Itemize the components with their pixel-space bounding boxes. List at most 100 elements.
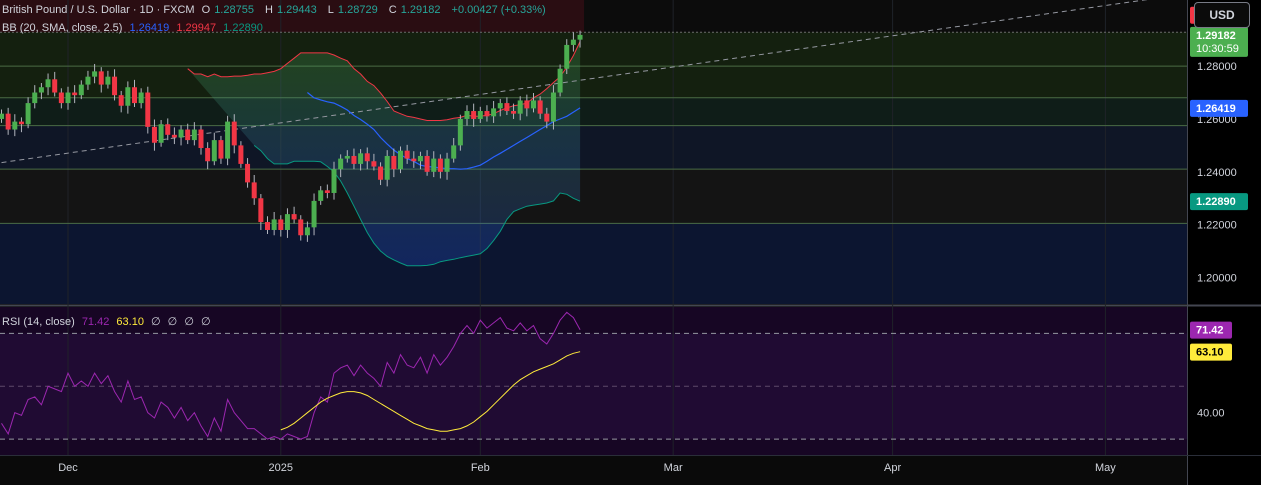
candle-body [504, 103, 510, 112]
candle-body [311, 200, 317, 228]
candle-body [477, 111, 483, 119]
zone-gray [0, 169, 1187, 224]
candle-body [424, 155, 430, 172]
time-axis-tick: Apr [884, 462, 901, 474]
zone-blue [0, 125, 1187, 170]
candle-body [78, 84, 84, 96]
candle-body [471, 111, 477, 119]
candle-body [278, 219, 284, 230]
chart-canvas[interactable]: 1.200001.220001.240001.260001.2800040.00… [0, 0, 1261, 485]
rsi-title: RSI (14, close) [2, 316, 75, 328]
rsi-ma-value: 63.10 [116, 316, 144, 328]
time-axis-bg [0, 455, 1187, 485]
candle-body [85, 76, 91, 85]
candle-body [92, 71, 98, 77]
candle-body [577, 34, 583, 40]
price-axis-tick: 1.28000 [1197, 61, 1237, 73]
candle-body [72, 92, 78, 96]
candle-body [245, 163, 251, 183]
candle-body [524, 100, 530, 109]
symbol-legend: British Pound / U.S. Dollar · 1D · FXCM … [2, 4, 546, 16]
candle-body [531, 100, 536, 109]
candle-body [191, 129, 197, 141]
candle-body [557, 68, 563, 93]
candle-body [118, 95, 124, 106]
candle-body [251, 182, 257, 199]
candle-body [304, 227, 310, 236]
candle-body [291, 214, 297, 220]
candle-body [211, 140, 217, 162]
zone-green [0, 32, 1187, 98]
candle-body [364, 153, 370, 162]
time-axis-tick: 2025 [269, 462, 293, 474]
candle-body [271, 219, 277, 230]
rsi-value: 71.42 [81, 316, 110, 328]
open-value: 1.28755 [214, 4, 254, 16]
candle-body [38, 87, 44, 93]
candle-body [331, 169, 337, 193]
candle-body [537, 100, 543, 114]
currency-button[interactable]: USD [1194, 2, 1250, 28]
candle-body [0, 113, 4, 119]
candle-body [338, 158, 344, 170]
candle-body [298, 219, 304, 236]
time-axis-tick: Mar [664, 462, 683, 474]
candle-body [511, 111, 517, 114]
candle-body [570, 39, 576, 45]
candle-body [238, 145, 244, 164]
price-label-text: 1.29182 [1196, 30, 1236, 42]
bb-legend: BB (20, SMA, close, 2.5) 1.26419 1.29947… [2, 21, 267, 35]
candle-body [550, 92, 556, 122]
candle-body [165, 124, 171, 135]
candle-body [225, 121, 231, 159]
candle-body [138, 92, 144, 104]
rsi-extra-2: ∅ [167, 316, 178, 328]
candle-body [431, 158, 437, 172]
candle-body [417, 155, 423, 162]
bb-title: BB (20, SMA, close, 2.5) [2, 22, 123, 34]
candle-body [284, 214, 290, 230]
candle-body [12, 121, 18, 130]
candle-body [464, 111, 470, 119]
rsi-ma-label-text: 63.10 [1196, 347, 1224, 359]
rsi-extra-1: ∅ [151, 316, 161, 328]
high-value: 1.29443 [276, 4, 317, 16]
countdown-text: 10:30:59 [1196, 43, 1239, 55]
time-axis-tick: Dec [58, 462, 78, 474]
price-label-text: 1.26419 [1196, 103, 1236, 115]
candle-body [5, 113, 11, 130]
candle-body [358, 153, 364, 164]
candle-body [65, 92, 71, 104]
candle-body [318, 190, 324, 201]
candle-body [384, 155, 390, 180]
candle-body [185, 129, 191, 141]
candle-body [444, 158, 450, 172]
candle-body [158, 124, 164, 143]
change-value: +0.00427 (+0.33%) [451, 4, 546, 16]
candle-body [58, 92, 64, 104]
candle-body [398, 150, 403, 170]
candle-body [437, 158, 443, 172]
candle-body [25, 103, 31, 125]
candle-body [351, 155, 357, 164]
price-label-text: 1.22890 [1196, 196, 1236, 208]
rsi-label-text: 71.42 [1196, 325, 1224, 337]
candle-body [324, 190, 330, 193]
zone-navy [0, 223, 1187, 304]
candle-body [231, 121, 237, 146]
candle-body [112, 76, 118, 96]
candle-body [32, 92, 38, 104]
bb-basis-value: 1.26419 [129, 22, 170, 34]
candle-body [544, 113, 550, 122]
candle-body [457, 118, 463, 146]
rsi-axis-tick: 40.00 [1197, 408, 1225, 420]
price-axis-tick: 1.24000 [1197, 167, 1237, 179]
bb-upper-value: 1.29947 [176, 22, 217, 34]
time-axis-tick: Feb [471, 462, 490, 474]
candle-body [484, 111, 490, 117]
candle-body [205, 148, 211, 162]
bb-lower-value: 1.22890 [223, 22, 263, 34]
candle-body [18, 121, 24, 125]
candle-body [98, 71, 104, 85]
candle-body [218, 140, 224, 159]
